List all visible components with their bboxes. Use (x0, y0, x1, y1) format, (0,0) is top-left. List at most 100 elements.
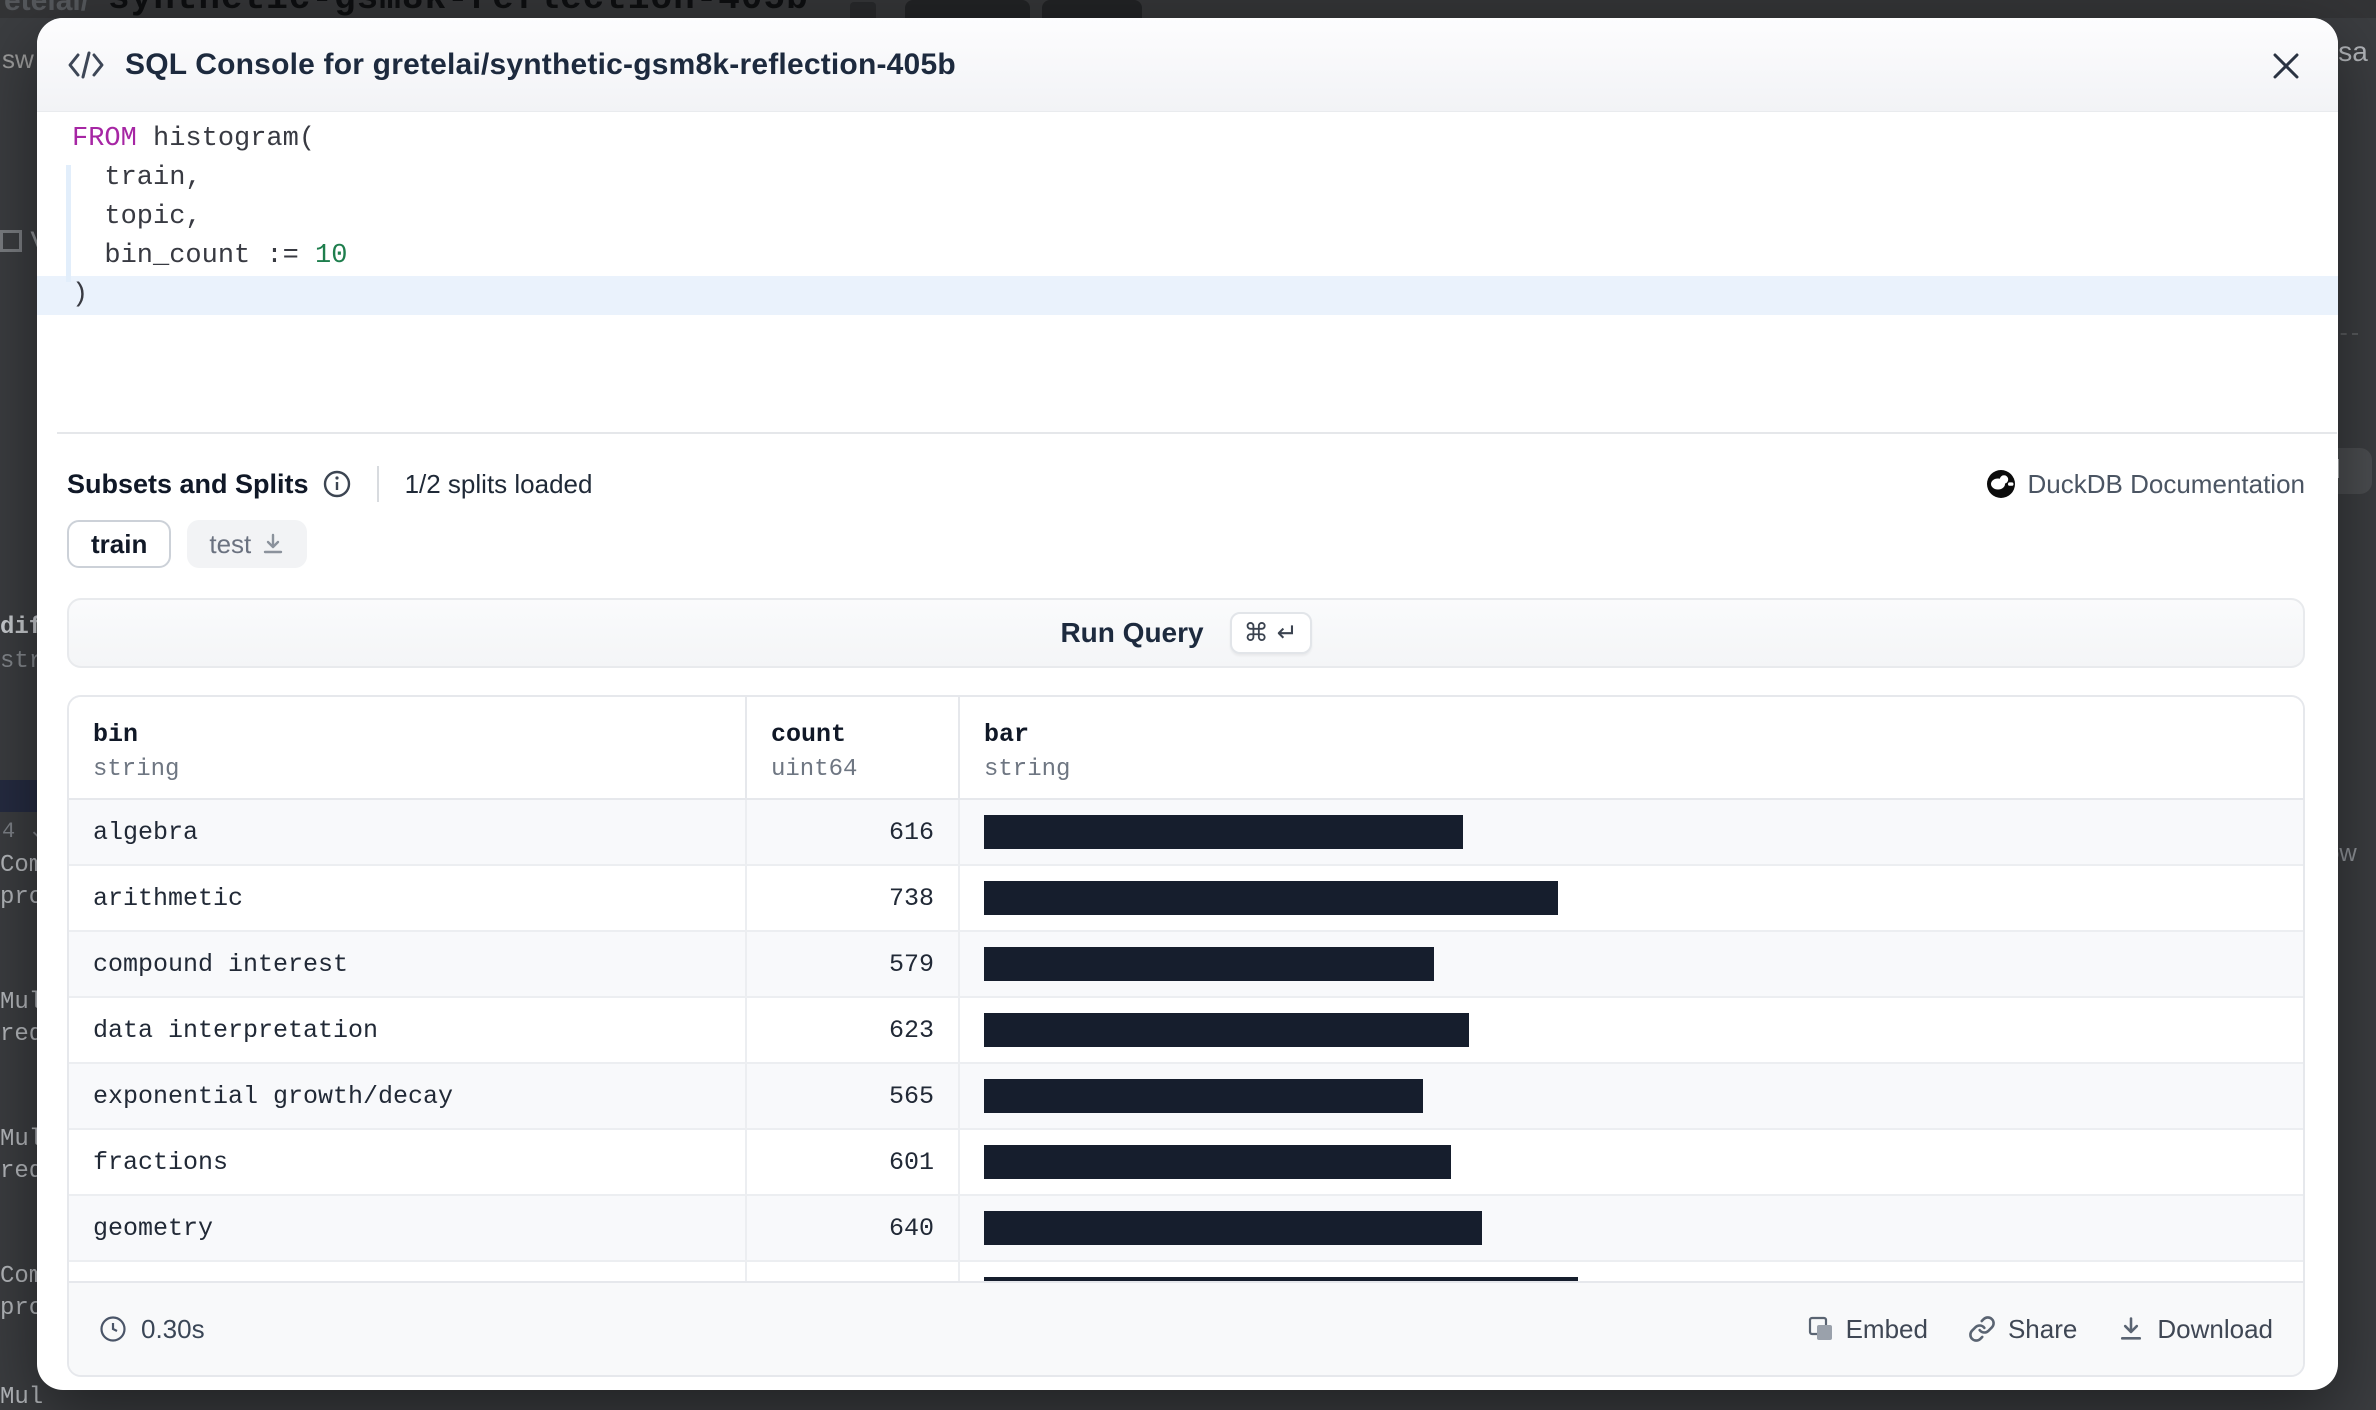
histogram-bar (984, 881, 1558, 915)
column-name: bar (984, 717, 2303, 753)
embed-button[interactable]: Embed (1808, 1314, 1928, 1345)
sql-code: bin_count := (72, 241, 315, 271)
bin-cell: fractions (69, 1130, 747, 1194)
download-label: Download (2157, 1314, 2273, 1345)
embed-icon (1808, 1316, 1834, 1342)
run-query-label: Run Query (1060, 617, 1203, 649)
enter-key-icon: ↵ (1277, 618, 1298, 648)
count-cell: 601 (747, 1130, 960, 1194)
close-icon (2271, 51, 2301, 81)
column-header-bar: bar string (960, 697, 2303, 798)
count-cell (747, 1262, 960, 1281)
sql-code: ) (72, 280, 88, 310)
code-line: topic, (37, 198, 2338, 237)
code-line: train, (37, 159, 2338, 198)
embed-label: Embed (1846, 1314, 1928, 1345)
clock-icon (99, 1315, 127, 1343)
histogram-bar (984, 947, 1434, 981)
divider (57, 432, 2337, 434)
count-cell: 738 (747, 866, 960, 930)
split-button-train[interactable]: train (67, 520, 171, 568)
duckdb-documentation-label: DuckDB Documentation (2028, 469, 2305, 500)
histogram-bar (984, 815, 1463, 849)
column-header-bin: bin string (69, 697, 747, 798)
info-icon[interactable] (323, 470, 351, 498)
sql-code: train, (72, 163, 202, 193)
divider (377, 466, 379, 502)
code-icon (67, 50, 105, 80)
background-selected-row (0, 780, 40, 812)
background-fragment: sw (2, 44, 34, 75)
keyboard-shortcut-badge: ⌘ ↵ (1230, 612, 1312, 654)
histogram-bar (984, 1145, 1451, 1179)
count-cell: 640 (747, 1196, 960, 1260)
code-line-active: ) (37, 276, 2338, 315)
table-row-partial (69, 1262, 2303, 1281)
table-row: exponential growth/decay 565 (69, 1064, 2303, 1130)
copy-icon (850, 2, 876, 18)
topbar-pill (1042, 0, 1142, 18)
background-cell-fragment: Mul (0, 1384, 43, 1410)
split-button-test[interactable]: test (187, 520, 307, 568)
sql-number: 10 (315, 241, 347, 271)
table-row: data interpretation 623 (69, 998, 2303, 1064)
histogram-bar (984, 1079, 1423, 1113)
modal-title: SQL Console for gretelai/synthetic-gsm8k… (125, 48, 956, 82)
table-row: algebra 616 (69, 800, 2303, 866)
table-row: geometry 640 (69, 1196, 2303, 1262)
sql-code: topic, (72, 202, 202, 232)
histogram-bar (984, 1013, 1469, 1047)
download-icon (2117, 1315, 2145, 1343)
query-duration: 0.30s (99, 1314, 205, 1345)
count-cell: 565 (747, 1064, 960, 1128)
column-name: count (771, 717, 958, 753)
bin-cell: exponential growth/decay (69, 1064, 747, 1128)
run-query-button[interactable]: Run Query ⌘ ↵ (67, 598, 2305, 668)
bin-cell: algebra (69, 800, 747, 864)
indent-guide (66, 165, 71, 282)
sql-editor[interactable]: FROM histogram( train, topic, bin_count … (37, 112, 2338, 432)
column-type: string (93, 753, 745, 787)
section-title: Subsets and Splits (67, 469, 309, 500)
histogram-bar (984, 1277, 1578, 1281)
background-dataset-title: synthetic-gsm8k-reflection-405b (108, 0, 809, 18)
split-test-label: test (209, 529, 251, 560)
topbar-pill (905, 0, 1030, 18)
table-body[interactable]: algebra 616 arithmetic 738 compound inte… (69, 800, 2303, 1281)
share-button[interactable]: Share (1968, 1314, 2077, 1345)
split-train-label: train (91, 529, 147, 560)
sql-console-modal: SQL Console for gretelai/synthetic-gsm8k… (37, 18, 2338, 1390)
query-duration-value: 0.30s (141, 1314, 205, 1345)
column-header-count: count uint64 (747, 697, 960, 798)
query-results-table: bin string count uint64 bar string algeb… (67, 695, 2305, 1377)
count-cell: 616 (747, 800, 960, 864)
splits-loaded-status: 1/2 splits loaded (405, 469, 593, 500)
count-cell: 579 (747, 932, 960, 996)
table-row: arithmetic 738 (69, 866, 2303, 932)
bin-cell (69, 1262, 747, 1281)
bin-cell: data interpretation (69, 998, 747, 1062)
column-name: bin (93, 717, 745, 753)
table-row: compound interest 579 (69, 932, 2303, 998)
histogram-bar (984, 1211, 1482, 1245)
column-type: uint64 (771, 753, 958, 787)
duckdb-documentation-link[interactable]: DuckDB Documentation (1986, 469, 2305, 500)
close-button[interactable] (2266, 46, 2306, 86)
table-header: bin string count uint64 bar string (69, 697, 2303, 800)
background-page-header: etelai/ synthetic-gsm8k-reflection-405b (0, 0, 2376, 18)
bin-cell: geometry (69, 1196, 747, 1260)
share-label: Share (2008, 1314, 2077, 1345)
sql-keyword: FROM (72, 124, 137, 154)
column-type: string (984, 753, 2303, 787)
download-button[interactable]: Download (2117, 1314, 2273, 1345)
download-icon (261, 532, 285, 556)
bin-cell: compound interest (69, 932, 747, 996)
bin-cell: arithmetic (69, 866, 747, 930)
results-footer: 0.30s Embed Share (69, 1281, 2303, 1375)
table-row: fractions 601 (69, 1130, 2303, 1196)
duckdb-logo-icon (1986, 469, 2016, 499)
sql-code: histogram( (137, 124, 315, 154)
code-line: FROM histogram( (37, 120, 2338, 159)
share-link-icon (1968, 1315, 1996, 1343)
code-line: bin_count := 10 (37, 237, 2338, 276)
